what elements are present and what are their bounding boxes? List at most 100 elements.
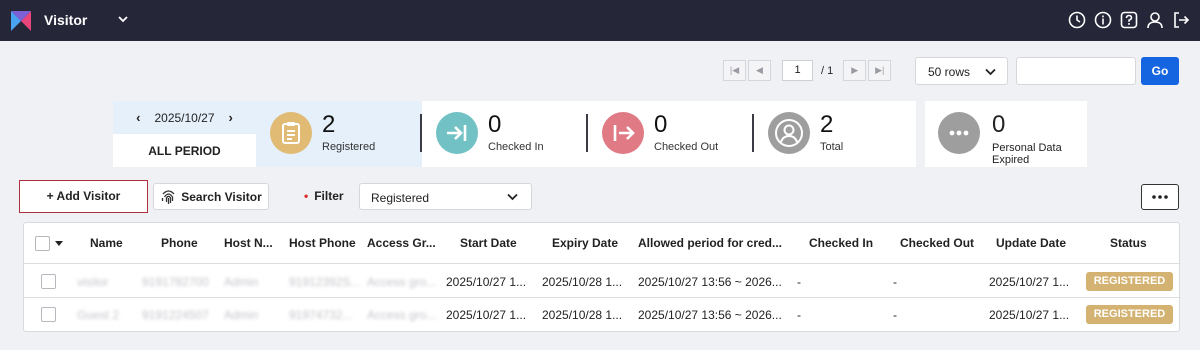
search-visitor-label: Search Visitor bbox=[181, 189, 262, 204]
top-bar: Visitor bbox=[0, 0, 1200, 41]
next-date-icon[interactable]: › bbox=[229, 110, 233, 125]
table-header: Name Phone Host N... Host Phone Access G… bbox=[24, 223, 1179, 264]
column-header-start-date[interactable]: Start Date bbox=[460, 236, 517, 250]
help-icon[interactable] bbox=[1120, 10, 1138, 30]
cell-name: visitor bbox=[77, 275, 109, 289]
cell-update-date: 2025/10/27 1... bbox=[989, 275, 1070, 289]
cell-expiry-date: 2025/10/28 1... bbox=[542, 275, 623, 289]
stat-checked-in[interactable]: 0 Checked In bbox=[422, 101, 588, 167]
visitor-table: Name Phone Host N... Host Phone Access G… bbox=[23, 222, 1180, 332]
add-visitor-button[interactable]: + Add Visitor bbox=[19, 180, 148, 213]
cell-host-name: Admin bbox=[224, 308, 259, 322]
last-page-button[interactable]: ▶| bbox=[868, 60, 892, 81]
select-all-checkbox[interactable] bbox=[35, 236, 50, 251]
all-period-button[interactable]: ALL PERIOD bbox=[113, 134, 256, 167]
search-input[interactable] bbox=[1016, 57, 1136, 85]
stat-checked-out[interactable]: 0 Checked Out bbox=[588, 101, 754, 167]
user-icon[interactable] bbox=[1146, 10, 1164, 30]
pagination: |◀ ◀ 1 / 1 ▶ ▶| bbox=[723, 60, 892, 81]
cell-checked-out: - bbox=[893, 275, 897, 289]
cell-checked-out: - bbox=[893, 308, 897, 322]
cell-start-date: 2025/10/27 1... bbox=[446, 308, 527, 322]
search-visitor-button[interactable]: Search Visitor bbox=[153, 183, 269, 210]
column-header-allowed-period[interactable]: Allowed period for cred... bbox=[638, 236, 782, 250]
previous-date-icon[interactable]: ‹ bbox=[136, 110, 140, 125]
first-page-button[interactable]: |◀ bbox=[723, 60, 746, 81]
cell-allowed-period: 2025/10/27 13:56 ~ 2026... bbox=[638, 275, 782, 289]
filter-value: Registered bbox=[371, 191, 430, 205]
clock-icon[interactable] bbox=[1068, 10, 1086, 30]
column-header-name[interactable]: Name bbox=[90, 236, 123, 250]
check-in-icon bbox=[436, 112, 478, 154]
fingerprint-icon bbox=[162, 190, 175, 204]
column-header-phone[interactable]: Phone bbox=[161, 236, 198, 250]
stat-count: 2 bbox=[322, 111, 336, 138]
more-horizontal-icon bbox=[938, 112, 980, 154]
filter-select[interactable]: Registered bbox=[359, 183, 532, 210]
stat-count: 0 bbox=[654, 111, 668, 138]
column-header-expiry-date[interactable]: Expiry Date bbox=[552, 236, 618, 250]
cell-access-group: Access gro... bbox=[367, 275, 437, 289]
cell-host-phone: 91974732... bbox=[289, 308, 353, 322]
cell-phone: 9191224507 bbox=[142, 308, 209, 322]
status-badge: REGISTERED bbox=[1086, 272, 1173, 291]
cell-checked-in: - bbox=[797, 308, 801, 322]
column-header-host-phone[interactable]: Host Phone bbox=[289, 236, 356, 250]
table-row[interactable]: Guest 2 9191224507 Admin 91974732... Acc… bbox=[24, 298, 1179, 331]
cell-phone: 9191782700 bbox=[142, 275, 209, 289]
row-checkbox[interactable] bbox=[41, 274, 56, 289]
cell-host-phone: 91912392S... bbox=[289, 275, 361, 289]
table-row[interactable]: visitor 9191782700 Admin 91912392S... Ac… bbox=[24, 265, 1179, 298]
stat-label: Personal Data Expired bbox=[992, 142, 1062, 166]
stat-personal-data-expired[interactable]: 0 Personal Data Expired bbox=[925, 101, 1087, 167]
current-date: 2025/10/27 bbox=[154, 110, 215, 125]
stat-label: Registered bbox=[322, 141, 376, 153]
stat-label: Checked Out bbox=[654, 141, 719, 153]
chevron-down-icon[interactable] bbox=[116, 12, 130, 26]
more-horizontal-icon bbox=[1152, 195, 1168, 199]
cell-allowed-period: 2025/10/27 13:56 ~ 2026... bbox=[638, 308, 782, 322]
page-total: / 1 bbox=[821, 64, 834, 77]
caret-down-icon[interactable] bbox=[55, 241, 63, 246]
chevron-down-icon bbox=[985, 68, 996, 76]
cell-checked-in: - bbox=[797, 275, 801, 289]
column-header-update-date[interactable]: Update Date bbox=[996, 236, 1066, 250]
go-button[interactable]: Go bbox=[1141, 57, 1179, 85]
user-icon bbox=[768, 112, 810, 154]
date-filter: ‹ 2025/10/27 › ALL PERIOD bbox=[113, 101, 256, 167]
column-header-host-name[interactable]: Host N... bbox=[224, 236, 273, 250]
stat-registered[interactable]: 2 Registered bbox=[256, 101, 422, 167]
stats-panel: 2 Registered 0 Checked In 0 Checked Out … bbox=[256, 101, 916, 167]
cell-name: Guest 2 bbox=[77, 308, 120, 322]
check-out-icon bbox=[602, 112, 644, 154]
stat-label: Total bbox=[820, 141, 844, 153]
rows-per-page-value: 50 rows bbox=[928, 65, 971, 79]
stat-label: Checked In bbox=[488, 141, 544, 153]
stat-count: 0 bbox=[992, 111, 1006, 138]
app-title[interactable]: Visitor bbox=[44, 12, 87, 28]
stat-count: 2 bbox=[820, 111, 834, 138]
column-header-status[interactable]: Status bbox=[1110, 236, 1147, 250]
column-header-access-group[interactable]: Access Gr... bbox=[367, 236, 436, 250]
filter-label: • Filter bbox=[304, 189, 344, 203]
cell-start-date: 2025/10/27 1... bbox=[446, 275, 527, 289]
previous-page-button[interactable]: ◀ bbox=[748, 60, 771, 81]
app-logo-icon bbox=[9, 9, 33, 33]
stat-count: 0 bbox=[488, 111, 502, 138]
page-number-input[interactable]: 1 bbox=[782, 60, 813, 81]
clipboard-icon bbox=[270, 112, 312, 154]
row-checkbox[interactable] bbox=[41, 307, 56, 322]
info-icon[interactable] bbox=[1094, 10, 1112, 30]
chevron-down-icon bbox=[507, 193, 518, 201]
cell-host-name: Admin bbox=[224, 275, 259, 289]
cell-expiry-date: 2025/10/28 1... bbox=[542, 308, 623, 322]
column-header-checked-in[interactable]: Checked In bbox=[809, 236, 873, 250]
cell-update-date: 2025/10/27 1... bbox=[989, 308, 1070, 322]
more-options-button[interactable] bbox=[1141, 184, 1179, 210]
next-page-button[interactable]: ▶ bbox=[843, 60, 867, 81]
rows-per-page-select[interactable]: 50 rows bbox=[915, 57, 1008, 85]
stat-total[interactable]: 2 Total bbox=[754, 101, 920, 167]
column-header-checked-out[interactable]: Checked Out bbox=[900, 236, 974, 250]
logout-icon[interactable] bbox=[1172, 10, 1190, 30]
cell-access-group: Access gro... bbox=[367, 308, 437, 322]
